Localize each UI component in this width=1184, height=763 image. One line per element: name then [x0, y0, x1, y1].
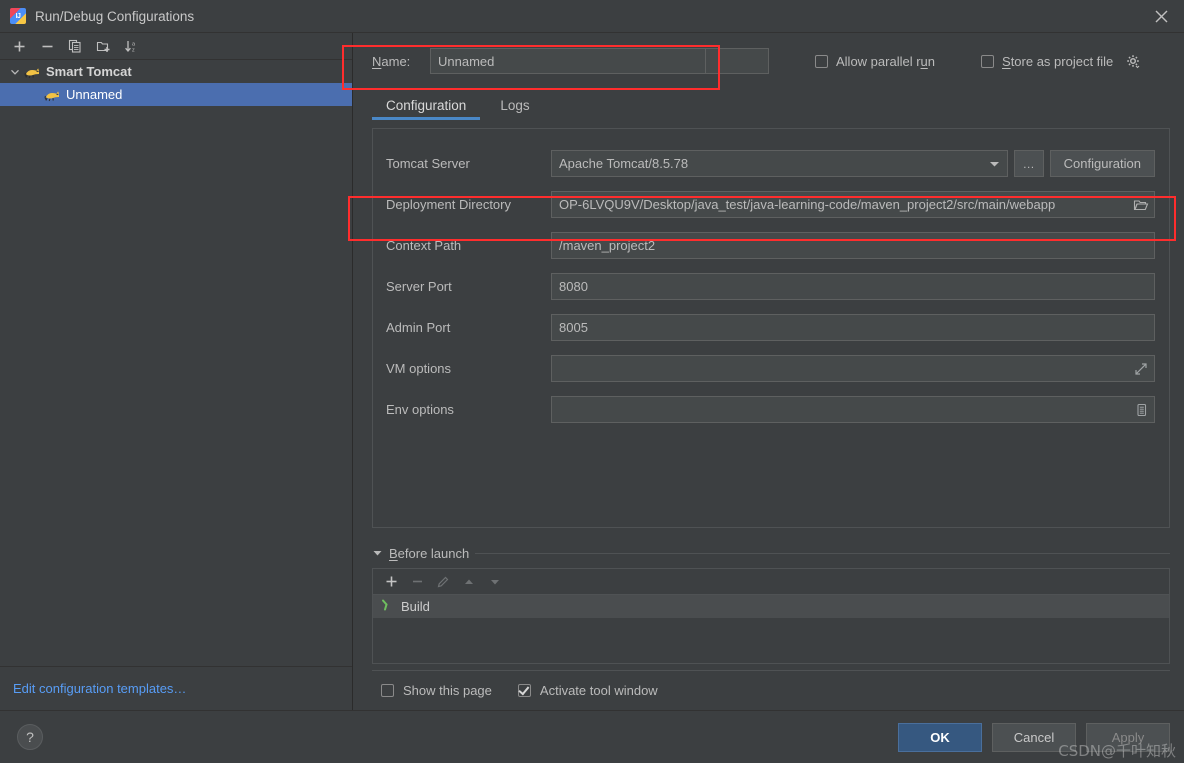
edit-configuration-templates-row: Edit configuration templates… — [0, 666, 352, 710]
tomcat-server-label: Tomcat Server — [386, 156, 470, 171]
tree-item-label: Unnamed — [66, 87, 123, 102]
intellij-idea-icon — [10, 8, 26, 24]
plus-icon[interactable] — [6, 35, 32, 57]
deployment-directory-row: Deployment Directory OP-6LVQU9V/Desktop/… — [373, 184, 1169, 225]
tab-configuration[interactable]: Configuration — [372, 98, 481, 120]
name-row: Name: Unnamed Allow parallel run Store a… — [353, 33, 1184, 89]
before-launch-move-down-button — [485, 572, 505, 592]
tomcat-server-browse-button[interactable]: … — [1013, 150, 1044, 177]
context-path-label: Context Path — [386, 238, 462, 253]
folder-open-icon[interactable] — [1128, 192, 1154, 217]
deployment-directory-input[interactable]: OP-6LVQU9V/Desktop/java_test/java-learni… — [551, 191, 1155, 218]
allow-parallel-run-row: Allow parallel run — [815, 54, 935, 69]
editor-tabs: Configuration Logs — [353, 89, 1184, 120]
expand-icon[interactable] — [1128, 356, 1154, 381]
context-path-input[interactable]: /maven_project2 — [551, 232, 1155, 259]
gear-icon[interactable] — [1126, 54, 1141, 69]
ok-button[interactable]: OK — [898, 722, 982, 752]
activate-tool-window-checkbox[interactable] — [517, 684, 531, 697]
configurations-sidebar: a z Smart Tomcat Unnamed Edit configurat… — [0, 33, 353, 710]
configuration-form: Tomcat Server Apache Tomcat/8.5.78 … Con… — [372, 128, 1170, 528]
server-port-row: Server Port 8080 — [373, 266, 1169, 307]
dialog-body: a z Smart Tomcat Unnamed Edit configurat… — [0, 33, 1184, 710]
title-bar: Run/Debug Configurations — [0, 0, 1184, 33]
store-as-project-file-label[interactable]: Store as project file — [1002, 54, 1113, 69]
copy-icon[interactable] — [62, 35, 88, 57]
tomcat-server-value: Apache Tomcat/8.5.78 — [559, 156, 689, 171]
allow-parallel-run-checkbox[interactable] — [815, 54, 828, 68]
admin-port-value: 8005 — [559, 320, 588, 335]
before-launch-add-button[interactable] — [381, 572, 401, 592]
allow-parallel-run-label[interactable]: Allow parallel run — [836, 54, 935, 69]
admin-port-label: Admin Port — [386, 320, 451, 335]
tomcat-icon — [24, 65, 41, 79]
vm-options-input[interactable] — [551, 355, 1155, 382]
name-label: Name: — [372, 53, 411, 69]
window-title: Run/Debug Configurations — [35, 8, 195, 24]
vm-options-label: VM options — [386, 361, 452, 376]
tree-group-label: Smart Tomcat — [46, 64, 132, 79]
tomcat-server-row: Tomcat Server Apache Tomcat/8.5.78 … Con… — [373, 143, 1169, 184]
dialog-footer: ? OK Cancel Apply — [0, 710, 1184, 763]
chevron-down-icon[interactable] — [8, 67, 22, 77]
context-path-value: /maven_project2 — [559, 238, 656, 253]
server-port-label: Server Port — [386, 279, 452, 294]
env-options-row: Env options — [373, 389, 1169, 430]
store-as-project-file-row: Store as project file — [981, 54, 1141, 69]
configuration-editor-panel: Name: Unnamed Allow parallel run Store a… — [353, 33, 1184, 710]
before-launch-title: Before launch — [389, 545, 470, 561]
bottom-options-row: Show this page Activate tool window — [372, 670, 1170, 710]
folder-add-icon[interactable] — [90, 35, 116, 57]
before-launch-box: Build — [372, 568, 1170, 664]
name-input-value: Unnamed — [438, 53, 495, 69]
tab-logs[interactable]: Logs — [486, 98, 543, 120]
show-this-page-label[interactable]: Show this page — [403, 683, 492, 698]
before-launch-divider — [475, 552, 1170, 554]
before-launch-move-up-button — [459, 572, 479, 592]
before-launch-section: Before launch Build — [372, 542, 1170, 664]
edit-configuration-templates-link[interactable]: Edit configuration templates… — [13, 681, 186, 696]
chevron-down-icon[interactable] — [983, 151, 1007, 176]
before-launch-header[interactable]: Before launch — [372, 542, 1170, 564]
vm-options-row: VM options — [373, 348, 1169, 389]
before-launch-item-build[interactable]: Build — [373, 595, 1169, 618]
close-icon[interactable] — [1138, 0, 1184, 33]
tree-group-smart-tomcat[interactable]: Smart Tomcat — [0, 60, 352, 83]
before-launch-toolbar — [373, 569, 1169, 595]
before-launch-list: Build — [373, 595, 1169, 663]
deployment-directory-label: Deployment Directory — [386, 197, 511, 212]
server-port-input[interactable]: 8080 — [551, 273, 1155, 300]
name-input[interactable]: Unnamed — [430, 48, 706, 74]
svg-text:z: z — [132, 48, 135, 54]
show-this-page-checkbox[interactable] — [381, 684, 394, 697]
help-button[interactable]: ? — [17, 724, 43, 750]
configurations-tree: Smart Tomcat Unnamed — [0, 60, 352, 710]
minus-icon[interactable] — [34, 35, 60, 57]
cancel-button[interactable]: Cancel — [992, 722, 1076, 752]
sort-alpha-icon[interactable]: a z — [118, 35, 144, 57]
before-launch-item-label: Build — [401, 599, 430, 614]
env-options-input[interactable] — [551, 396, 1155, 423]
tree-item-unnamed[interactable]: Unnamed — [0, 83, 352, 106]
admin-port-row: Admin Port 8005 — [373, 307, 1169, 348]
apply-button[interactable]: Apply — [1086, 722, 1170, 752]
tomcat-server-select[interactable]: Apache Tomcat/8.5.78 — [551, 150, 1008, 177]
admin-port-input[interactable]: 8005 — [551, 314, 1155, 341]
chevron-down-icon[interactable] — [372, 546, 383, 561]
before-launch-remove-button — [407, 572, 427, 592]
name-input-extension — [706, 48, 769, 74]
server-port-value: 8080 — [559, 279, 588, 294]
hammer-icon — [381, 598, 395, 615]
activate-tool-window-label[interactable]: Activate tool window — [540, 683, 658, 698]
context-path-row: Context Path /maven_project2 — [373, 225, 1169, 266]
tomcat-icon — [44, 88, 61, 102]
store-as-project-file-checkbox[interactable] — [981, 54, 995, 68]
list-icon[interactable] — [1128, 397, 1154, 422]
tomcat-configuration-button[interactable]: Configuration — [1049, 150, 1155, 177]
before-launch-edit-button — [433, 572, 453, 592]
deployment-directory-value: OP-6LVQU9V/Desktop/java_test/java-learni… — [559, 197, 1056, 212]
run-debug-configurations-dialog: Run/Debug Configurations — [0, 0, 1184, 763]
tree-toolbar: a z — [0, 33, 352, 60]
env-options-label: Env options — [386, 402, 454, 417]
